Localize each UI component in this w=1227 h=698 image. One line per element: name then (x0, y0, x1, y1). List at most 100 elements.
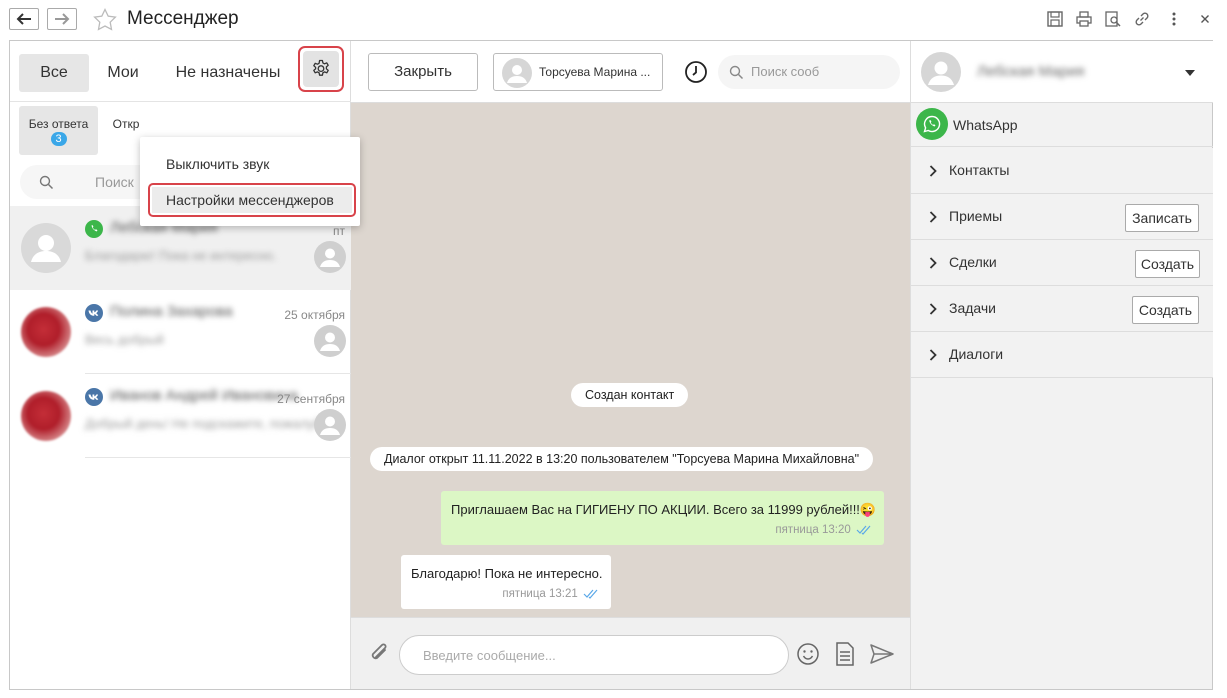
contact-name: Лебская Мария (977, 63, 1085, 80)
agent-avatar (314, 409, 346, 441)
search-icon (39, 175, 54, 190)
contact-name: Иванов Андрей Ивановича (110, 387, 299, 404)
user-silhouette-icon (507, 65, 527, 83)
chat-date: пт (333, 224, 345, 238)
assignee-name: Торсуева Марина ... (539, 65, 651, 79)
section-label: Диалоги (949, 346, 1004, 362)
channel-row: WhatsApp (911, 103, 1213, 147)
conversation-pane: Закрыть Торсуева Марина ... Поиск сооб С… (351, 41, 910, 689)
section-label: Задачи (949, 300, 997, 316)
vk-icon (85, 304, 103, 322)
message-composer: Введите сообщение... (351, 617, 910, 689)
message-time: пятница 13:21 (502, 588, 578, 600)
arrow-right-icon (55, 13, 70, 25)
close-icon[interactable] (1196, 10, 1214, 28)
clock-icon[interactable] (684, 60, 708, 84)
section-contacts[interactable]: Контакты (911, 148, 1213, 194)
create-deal-button[interactable]: Создать (1135, 250, 1200, 278)
chevron-right-icon (929, 349, 937, 361)
page-title: Мессенджер (127, 8, 239, 29)
user-silhouette-icon (31, 235, 61, 262)
close-dialog-button[interactable]: Закрыть (368, 53, 478, 91)
message-time: пятница 13:20 (775, 524, 851, 536)
section-tasks[interactable]: Задачи Создать (911, 286, 1213, 332)
system-message: Диалог открыт 11.11.2022 в 13:20 пользов… (370, 447, 874, 471)
user-silhouette-icon (320, 332, 340, 351)
user-silhouette-icon (928, 61, 954, 85)
settings-highlight (298, 46, 344, 92)
chevron-right-icon (929, 303, 937, 315)
window-toolbar: Мессенджер (0, 0, 1227, 38)
message-input[interactable]: Введите сообщение... (399, 635, 789, 675)
whatsapp-icon (85, 220, 103, 238)
agent-avatar (314, 325, 346, 357)
message-text: Приглашаем Вас на ГИГИЕНУ ПО АКЦИИ. Всег… (451, 502, 877, 517)
chevron-right-icon (929, 257, 937, 269)
divider (10, 101, 351, 102)
menu-item-mute[interactable]: Выключить звук (166, 156, 269, 172)
emoji-icon[interactable] (796, 642, 820, 666)
section-label: Приемы (949, 208, 1003, 224)
caret-down-icon[interactable] (1184, 69, 1196, 77)
chat-list-item[interactable]: Полина Захарова Весь добрый 25 октября (10, 290, 351, 374)
link-icon[interactable] (1133, 10, 1151, 28)
read-ticks-icon (583, 589, 598, 599)
message-meta: пятница 13:21 (502, 588, 599, 600)
assignee-selector[interactable]: Торсуева Марина ... (493, 53, 663, 91)
favorite-star-icon[interactable] (93, 8, 117, 31)
menu-item-highlight: Настройки мессенджеров (148, 183, 356, 217)
count-badge: 3 (50, 132, 67, 146)
arrow-left-icon (16, 13, 31, 25)
search-icon (729, 65, 744, 80)
messenger-frame: Все Мои Не назначены Без ответа 3 Откр П… (9, 40, 1213, 690)
tab-all[interactable]: Все (19, 54, 89, 92)
agent-avatar (314, 241, 346, 273)
section-label: Контакты (949, 162, 1010, 178)
message-meta: пятница 13:20 (775, 524, 872, 536)
chevron-right-icon (929, 165, 937, 177)
chat-list-item[interactable]: Иванов Андрей Ивановича Добрый день! Не … (10, 374, 351, 458)
print-icon[interactable] (1075, 10, 1093, 28)
vk-icon (85, 388, 103, 406)
book-appointment-button[interactable]: Записать (1125, 204, 1199, 232)
preview-icon[interactable] (1104, 10, 1122, 28)
tab-mine[interactable]: Мои (98, 54, 148, 92)
message-input-placeholder: Введите сообщение... (423, 648, 556, 663)
contact-name: Полина Захарова (110, 303, 233, 320)
back-button[interactable] (9, 8, 39, 30)
user-silhouette-icon (320, 416, 340, 435)
create-task-button[interactable]: Создать (1132, 296, 1199, 324)
section-label: Сделки (949, 254, 997, 270)
contact-header[interactable]: Лебская Мария (911, 41, 1213, 103)
message-text: Благодарю! Пока не интересно. (411, 566, 603, 581)
subtab-no-answer-label: Без ответа (28, 117, 89, 131)
paperclip-icon[interactable] (369, 642, 391, 666)
search-placeholder: Поиск сооб (751, 64, 820, 79)
avatar (21, 391, 71, 441)
whatsapp-icon (916, 108, 948, 140)
forward-button[interactable] (47, 8, 77, 30)
avatar (502, 58, 532, 88)
channel-label: WhatsApp (953, 117, 1018, 133)
settings-button[interactable] (303, 51, 339, 87)
search-placeholder: Поиск (95, 174, 134, 190)
avatar (21, 223, 71, 273)
send-icon[interactable] (869, 642, 895, 666)
menu-item-messenger-settings[interactable]: Настройки мессенджеров (152, 187, 352, 213)
conversation-header: Закрыть Торсуева Марина ... Поиск сооб (351, 41, 910, 103)
save-icon[interactable] (1046, 10, 1064, 28)
subtab-no-answer[interactable]: Без ответа 3 (19, 106, 98, 155)
chat-date: 27 сентября (277, 392, 345, 406)
subtab-open-label: Откр (112, 117, 140, 131)
avatar (21, 307, 71, 357)
chat-date: 25 октября (284, 308, 345, 322)
section-deals[interactable]: Сделки Создать (911, 240, 1213, 286)
section-appointments[interactable]: Приемы Записать (911, 194, 1213, 240)
more-menu-icon[interactable] (1165, 10, 1183, 28)
document-template-icon[interactable] (835, 641, 855, 667)
section-dialogs[interactable]: Диалоги (911, 332, 1213, 378)
message-search-input[interactable]: Поиск сооб (718, 55, 900, 89)
outgoing-message: Приглашаем Вас на ГИГИЕНУ ПО АКЦИИ. Всег… (441, 491, 884, 545)
tab-unassigned[interactable]: Не назначены (168, 54, 288, 92)
user-silhouette-icon (320, 248, 340, 267)
